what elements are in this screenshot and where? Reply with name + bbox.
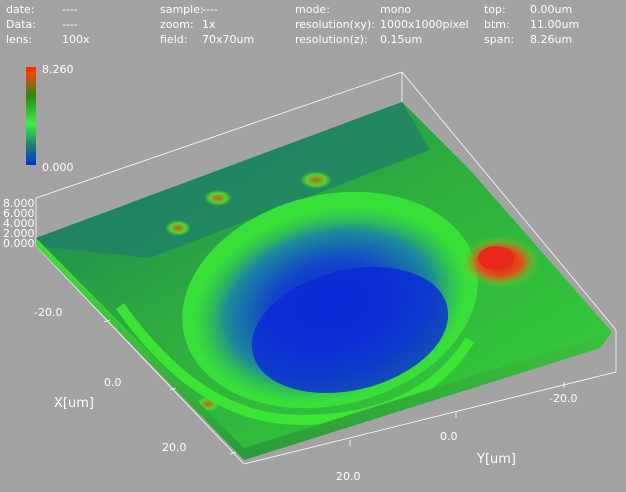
zoom-value: 1x xyxy=(202,18,216,31)
zoom-label: zoom: xyxy=(160,18,194,31)
info-header: date: ---- Data: ---- lens: 100x sample:… xyxy=(0,2,626,50)
btm-label: btm: xyxy=(484,18,510,31)
date-value: ---- xyxy=(62,3,78,16)
color-scale-min: 0.000 xyxy=(42,161,74,174)
x-tick-label: 0.0 xyxy=(104,376,122,389)
y-tick-label: -20.0 xyxy=(549,392,578,405)
lens-value: 100x xyxy=(62,33,90,46)
x-axis-title: X[um] xyxy=(54,396,94,411)
date-label: date: xyxy=(6,3,35,16)
y-tick-label: 0.0 xyxy=(440,430,458,443)
z-tick-label: 0.000 xyxy=(3,237,35,250)
mode-label: mode: xyxy=(295,3,330,16)
y-axis-title: Y[um] xyxy=(477,452,516,467)
top-label: top: xyxy=(484,3,506,16)
color-scale-bar xyxy=(26,67,36,165)
surface xyxy=(36,102,612,460)
sample-value: ---- xyxy=(202,3,218,16)
btm-value: 11.00um xyxy=(530,18,580,31)
top-value: 0.00um xyxy=(530,3,573,16)
field-value: 70x70um xyxy=(202,33,255,46)
span-value: 8.26um xyxy=(530,33,573,46)
mode-value: mono xyxy=(380,3,412,16)
color-scale-max: 8.260 xyxy=(42,63,74,76)
resolution-z-value: 0.15um xyxy=(380,33,423,46)
data-value: ---- xyxy=(62,18,78,31)
resolution-xy-value: 1000x1000pixel xyxy=(380,18,469,31)
sample-label: sample: xyxy=(160,3,204,16)
x-tick-label: 20.0 xyxy=(162,441,187,454)
y-tick-label: 20.0 xyxy=(336,470,361,483)
resolution-z-label: resolution(z): xyxy=(295,33,368,46)
data-label: Data: xyxy=(6,18,36,31)
field-label: field: xyxy=(160,33,188,46)
surface-3d-plot xyxy=(35,71,617,465)
lens-label: lens: xyxy=(6,33,33,46)
span-label: span: xyxy=(484,33,515,46)
resolution-xy-label: resolution(xy): xyxy=(295,18,375,31)
x-tick-label: -20.0 xyxy=(34,306,63,319)
